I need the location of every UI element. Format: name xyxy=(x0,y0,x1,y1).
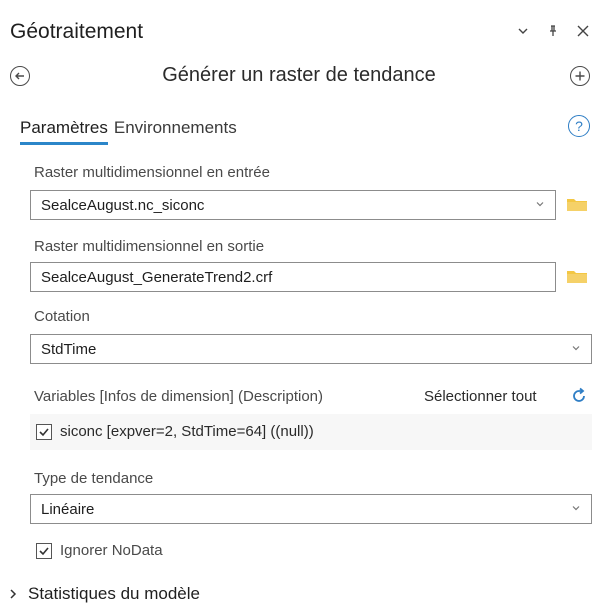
tool-title: Générer un raster de tendance xyxy=(162,64,436,86)
pin-icon[interactable] xyxy=(546,24,560,38)
section-model-statistics[interactable]: Statistiques du modèle xyxy=(8,584,200,604)
ignore-nodata-label: Ignorer NoData xyxy=(60,542,163,559)
input-browse-button[interactable] xyxy=(566,196,588,217)
output-raster-field[interactable]: SealceAugust_GenerateTrend2.crf xyxy=(30,262,556,292)
output-browse-button[interactable] xyxy=(566,268,588,289)
pane-controls xyxy=(516,24,590,38)
input-raster-label: Raster multidimensionnel en entrée xyxy=(34,164,270,181)
close-icon[interactable] xyxy=(576,24,590,38)
input-raster-field[interactable]: SealceAugust.nc_siconc xyxy=(30,190,556,220)
folder-icon xyxy=(567,271,587,283)
variable-label: siconc [expver=2, StdTime=64] ((null)) xyxy=(60,423,314,440)
folder-icon xyxy=(567,199,587,211)
dimension-value: StdTime xyxy=(41,340,97,358)
trend-type-select[interactable]: Linéaire xyxy=(30,494,592,524)
chevron-right-icon xyxy=(10,589,17,599)
help-icon[interactable]: ? xyxy=(568,115,590,137)
checkbox-ignore-nodata[interactable] xyxy=(36,542,52,559)
add-button[interactable] xyxy=(570,66,590,86)
tab-environments[interactable]: Environnements xyxy=(114,118,237,138)
output-raster-label: Raster multidimensionnel en sortie xyxy=(34,238,265,255)
input-raster-value: SealceAugust.nc_siconc xyxy=(41,196,205,214)
refresh-button[interactable] xyxy=(570,387,588,410)
trend-type-label: Type de tendance xyxy=(34,470,154,487)
ignore-nodata-option[interactable]: Ignorer NoData xyxy=(36,542,163,559)
chevron-down-icon[interactable] xyxy=(535,198,545,212)
trend-type-value: Linéaire xyxy=(41,500,95,518)
variables-label: Variables [Infos de dimension] (Descript… xyxy=(34,388,324,405)
tab-bar: Paramètres Environnements xyxy=(20,118,237,145)
dimension-select[interactable]: StdTime xyxy=(30,334,592,364)
section-label: Statistiques du modèle xyxy=(28,584,200,603)
select-all-link[interactable]: Sélectionner tout xyxy=(424,388,537,405)
list-item[interactable]: siconc [expver=2, StdTime=64] ((null)) xyxy=(36,423,314,440)
chevron-down-icon[interactable] xyxy=(571,502,581,516)
refresh-icon xyxy=(573,387,585,402)
chevron-down-icon[interactable] xyxy=(571,342,581,356)
variables-list: siconc [expver=2, StdTime=64] ((null)) xyxy=(30,414,592,450)
chevron-down-icon[interactable] xyxy=(516,24,530,38)
tab-parameters[interactable]: Paramètres xyxy=(20,118,108,145)
dimension-label: Cotation xyxy=(34,308,90,325)
output-raster-value: SealceAugust_GenerateTrend2.crf xyxy=(41,268,273,286)
pane-title: Géotraitement xyxy=(10,20,144,43)
checkbox-siconc[interactable] xyxy=(36,423,52,440)
add-icon xyxy=(570,66,590,86)
